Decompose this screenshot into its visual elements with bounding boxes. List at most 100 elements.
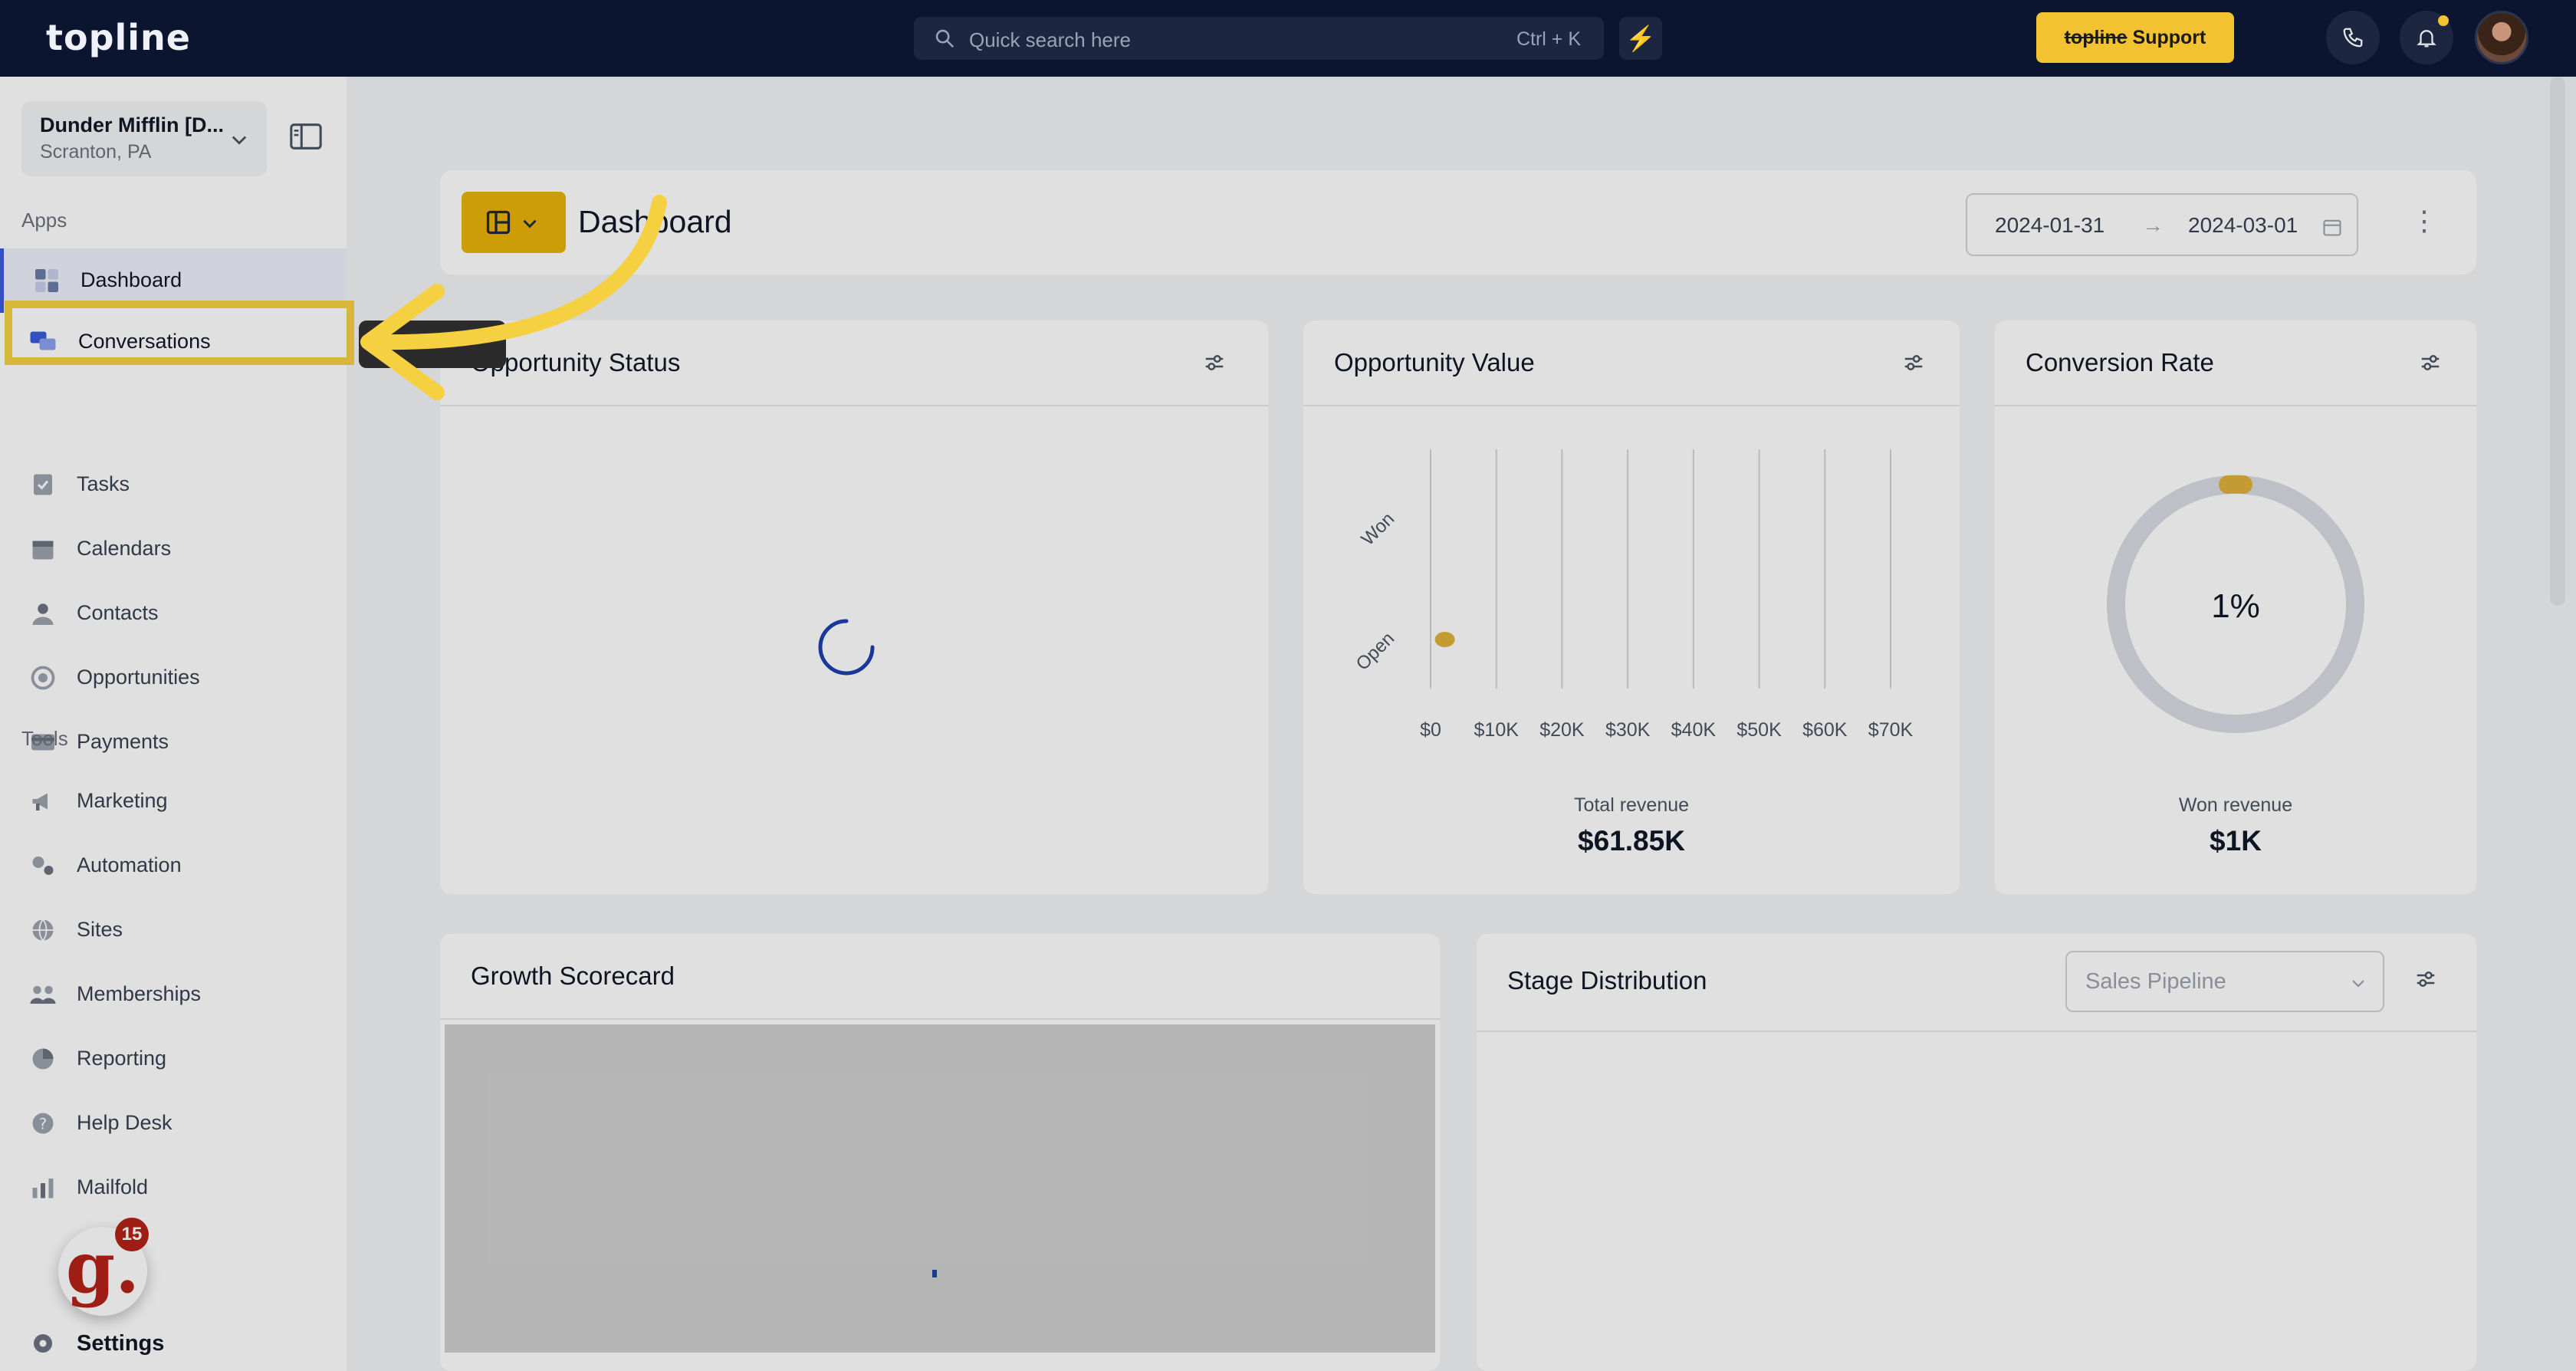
gears-icon xyxy=(32,856,54,875)
sidebar-item-label: Dashboard xyxy=(80,268,182,291)
filter-settings-icon[interactable] xyxy=(1202,351,1227,374)
card-divider xyxy=(1477,1031,2476,1032)
sidebar-item-label: Sites xyxy=(77,918,123,941)
sidebar-item-automation[interactable]: Automation xyxy=(0,833,347,898)
target-icon xyxy=(31,666,55,690)
chevron-down-icon xyxy=(2352,980,2364,988)
sidebar-item-label: Help Desk xyxy=(77,1111,172,1134)
bell-icon xyxy=(2417,30,2436,48)
widget-count-badge: 15 xyxy=(115,1218,149,1251)
filter-settings-icon[interactable] xyxy=(2418,351,2443,374)
search-placeholder: Quick search here xyxy=(969,28,1131,51)
scorecard-placeholder xyxy=(445,1024,1435,1353)
y-category-label: Open xyxy=(1352,628,1399,675)
dashboard-header: Dashboard 2024-01-31 → 2024-03-01 ⋮ xyxy=(440,170,2476,275)
total-revenue-label: Total revenue xyxy=(1573,794,1690,816)
tools-heading: Tools xyxy=(21,727,68,750)
search-shortcut: Ctrl + K xyxy=(1516,28,1581,50)
chat-bubbles-icon xyxy=(30,331,56,350)
calendar-icon xyxy=(32,541,54,560)
support-brand: topline xyxy=(2064,27,2128,48)
megaphone-icon xyxy=(32,793,48,810)
sidebar-item-settings[interactable]: Settings xyxy=(0,1311,347,1371)
sidebar-item-marketing[interactable]: Marketing xyxy=(0,769,347,833)
card-title: Opportunity Value xyxy=(1334,348,1535,376)
filter-settings-icon[interactable] xyxy=(2413,968,2438,991)
more-options-icon[interactable]: ⋮ xyxy=(2410,207,2438,235)
x-tick-label: $30K xyxy=(1605,719,1651,741)
date-from: 2024-01-31 xyxy=(1995,213,2105,237)
filter-settings-icon[interactable] xyxy=(1901,351,1926,374)
support-button[interactable]: topline Support xyxy=(2036,12,2234,63)
svg-text:?: ? xyxy=(39,1116,47,1133)
search-icon xyxy=(935,29,954,48)
pipeline-select-value: Sales Pipeline xyxy=(2085,969,2226,994)
app-logo[interactable]: topline xyxy=(46,17,191,58)
sidebar: Dunder Mifflin [D... Scranton, PA Apps D… xyxy=(0,77,354,1371)
account-name: Dunder Mifflin [D... xyxy=(40,113,224,136)
growth-scorecard-card: Growth Scorecard xyxy=(440,934,1440,1371)
chevron-down-icon xyxy=(232,136,247,145)
sidebar-item-label: Automation xyxy=(77,853,182,876)
gear-icon xyxy=(34,1334,52,1353)
card-title: Growth Scorecard xyxy=(471,962,675,990)
date-to: 2024-03-01 xyxy=(2188,213,2298,237)
account-location: Scranton, PA xyxy=(40,141,152,163)
data-point[interactable] xyxy=(1434,632,1455,647)
sidebar-item-contacts[interactable]: Contacts xyxy=(0,581,347,646)
person-icon xyxy=(32,603,54,625)
sidebar-item-conversations[interactable]: Conversations xyxy=(5,301,354,365)
x-tick-label: $0 xyxy=(1420,719,1441,741)
card-title: Stage Distribution xyxy=(1507,966,1707,995)
x-tick-label: $20K xyxy=(1539,719,1585,741)
user-avatar[interactable] xyxy=(2475,11,2528,64)
globe-icon xyxy=(32,919,54,942)
mail-chart-icon xyxy=(32,1179,54,1198)
conversion-rate-card: Conversion Rate 1% Won revenue $1K xyxy=(1995,321,2476,894)
help-icon: ? xyxy=(32,1113,54,1134)
tutorial-arrow-icon xyxy=(360,195,667,400)
x-tick-label: $10K xyxy=(1474,719,1520,741)
sidebar-item-calendars[interactable]: Calendars xyxy=(0,517,347,581)
sidebar-item-label: Calendars xyxy=(77,537,172,560)
loading-indicator xyxy=(932,1270,937,1277)
notifications-button[interactable] xyxy=(2400,11,2453,64)
sidebar-item-label: Mailfold xyxy=(77,1175,149,1198)
sidebar-item-opportunities[interactable]: Opportunities xyxy=(0,646,347,710)
sidebar-item-memberships[interactable]: Memberships xyxy=(0,962,347,1027)
stage-distribution-card: Stage Distribution Sales Pipeline xyxy=(1477,934,2476,1371)
phone-button[interactable] xyxy=(2326,11,2380,64)
opportunity-value-card: Opportunity Value $0 $10K $20K $30K $40K $50K… xyxy=(1303,321,1960,894)
sidebar-item-label: Tasks xyxy=(77,472,130,495)
sidebar-item-label: Reporting xyxy=(77,1047,167,1070)
sidebar-item-label: Memberships xyxy=(77,982,202,1005)
arrow-right-icon: → xyxy=(2142,213,2164,237)
opportunity-value-chart: $0 $10K $20K $30K $40K $50K $60K $70K Won Open xyxy=(1352,449,1914,741)
account-switcher[interactable]: Dunder Mifflin [D... Scranton, PA xyxy=(21,101,267,176)
lightning-icon: ⚡ xyxy=(1625,25,1656,52)
card-divider xyxy=(1995,405,2476,406)
dashboard-icon xyxy=(35,269,58,292)
phone-icon xyxy=(2343,28,2363,48)
support-label: Support xyxy=(2132,27,2206,48)
won-revenue-label: Won revenue xyxy=(2178,794,2293,816)
pipeline-select[interactable]: Sales Pipeline xyxy=(2065,951,2384,1012)
sidebar-item-help-desk[interactable]: ? Help Desk xyxy=(0,1091,347,1156)
date-range-picker[interactable]: 2024-01-31 → 2024-03-01 xyxy=(1966,193,2358,256)
x-tick-label: $70K xyxy=(1868,719,1914,741)
sidebar-collapse-icon[interactable] xyxy=(288,121,324,152)
search-bar[interactable]: Quick search here Ctrl + K xyxy=(914,17,1604,60)
sidebar-item-label: Opportunities xyxy=(77,666,200,689)
total-revenue-value: $61.85K xyxy=(1578,825,1685,856)
sidebar-item-sites[interactable]: Sites xyxy=(0,898,347,962)
card-title: Conversion Rate xyxy=(2026,348,2214,376)
sidebar-item-tasks[interactable]: Tasks xyxy=(0,452,347,517)
quick-actions-button[interactable]: ⚡ xyxy=(1619,17,1662,60)
apps-heading: Apps xyxy=(21,209,67,232)
page-scrollbar[interactable] xyxy=(2550,77,2565,606)
sidebar-item-mailfold[interactable]: Mailfold xyxy=(0,1156,347,1220)
sidebar-item-reporting[interactable]: Reporting xyxy=(0,1027,347,1091)
card-divider xyxy=(1303,405,1960,406)
sidebar-item-label: Payments xyxy=(77,730,169,753)
y-category-label: Won xyxy=(1358,508,1399,550)
